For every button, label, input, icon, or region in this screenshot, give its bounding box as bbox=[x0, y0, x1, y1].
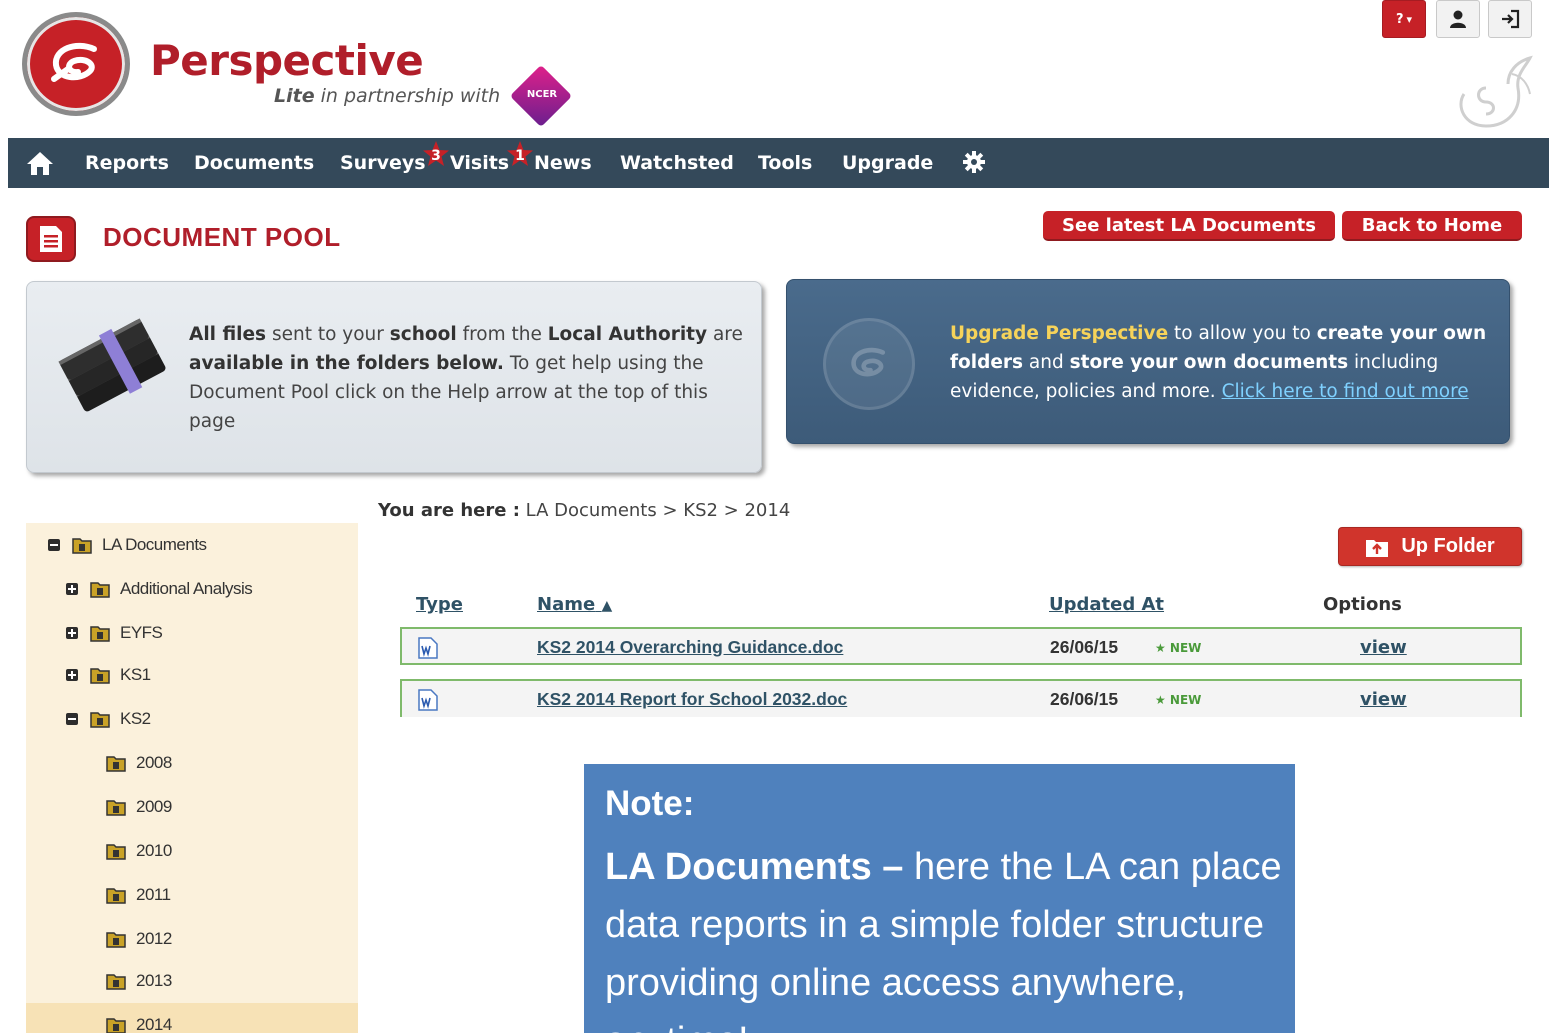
gear-icon[interactable] bbox=[962, 150, 986, 174]
folder-up-icon bbox=[1366, 539, 1389, 557]
up-folder-button[interactable]: Up Folder bbox=[1338, 527, 1522, 566]
folder-icon bbox=[106, 756, 126, 772]
tree-item-2010[interactable]: 2010 bbox=[26, 829, 358, 873]
nav-surveys[interactable]: Surveys bbox=[340, 152, 426, 174]
perspective-logo[interactable] bbox=[22, 12, 130, 116]
surveys-count-badge: 3 bbox=[422, 140, 450, 168]
info-text: All files sent to your school from the L… bbox=[189, 324, 743, 432]
logout-icon bbox=[1502, 9, 1520, 29]
folder-icon bbox=[90, 668, 110, 684]
brand-title: Perspective bbox=[150, 36, 424, 85]
nav-watchsted[interactable]: Watchsted bbox=[620, 152, 734, 174]
word-document-icon bbox=[418, 689, 438, 711]
tree-item-2012[interactable]: 2012 bbox=[26, 917, 358, 961]
folder-tree: LA Documents Additional Analysis EYFS KS… bbox=[26, 523, 358, 1033]
collapse-toggle-icon[interactable] bbox=[48, 539, 60, 551]
upgrade-logo bbox=[823, 318, 915, 410]
table-row: KS2 2014 Overarching Guidance.doc 26/06/… bbox=[400, 627, 1522, 665]
user-icon bbox=[1450, 10, 1466, 28]
ncer-badge-label: NCER bbox=[526, 89, 558, 100]
info-panel: All files sent to your school from the L… bbox=[26, 281, 762, 473]
column-header-options: Options bbox=[1323, 594, 1402, 615]
note-title: Note: bbox=[605, 784, 695, 823]
tree-item-additional-analysis[interactable]: Additional Analysis bbox=[26, 567, 358, 611]
word-document-icon bbox=[418, 637, 438, 659]
books-icon bbox=[58, 318, 166, 412]
user-profile-button[interactable] bbox=[1436, 0, 1480, 38]
upgrade-text: Upgrade Perspective to allow you to crea… bbox=[950, 323, 1487, 402]
file-updated-date: 26/06/15 bbox=[1050, 689, 1119, 709]
nav-visits[interactable]: Visits bbox=[450, 152, 509, 174]
folder-icon bbox=[106, 932, 126, 948]
tree-item-2014[interactable]: 2014 bbox=[26, 1003, 358, 1033]
wing-logo-icon bbox=[1459, 55, 1533, 128]
collapse-toggle-icon[interactable] bbox=[66, 713, 78, 725]
column-header-name[interactable]: Name ▲ bbox=[537, 594, 612, 615]
nav-tools[interactable]: Tools bbox=[758, 152, 812, 174]
document-icon bbox=[40, 226, 62, 252]
logout-button[interactable] bbox=[1488, 0, 1532, 38]
file-name-link[interactable]: KS2 2014 Overarching Guidance.doc bbox=[537, 637, 843, 658]
tree-item-2013[interactable]: 2013 bbox=[26, 959, 358, 1003]
tree-item-2011[interactable]: 2011 bbox=[26, 873, 358, 917]
table-row: KS2 2014 Report for School 2032.doc 26/0… bbox=[400, 679, 1522, 717]
nav-reports[interactable]: Reports bbox=[85, 152, 169, 174]
view-link[interactable]: view bbox=[1360, 637, 1407, 658]
tree-item-la-documents[interactable]: LA Documents bbox=[26, 523, 358, 567]
file-name-link[interactable]: KS2 2014 Report for School 2032.doc bbox=[537, 689, 847, 710]
tree-item-2009[interactable]: 2009 bbox=[26, 785, 358, 829]
visits-count-badge: 1 bbox=[506, 140, 534, 168]
swirl-logo-icon bbox=[51, 42, 97, 82]
view-link[interactable]: view bbox=[1360, 689, 1407, 710]
column-header-updated-at[interactable]: Updated At bbox=[1049, 594, 1164, 615]
document-pool-icon bbox=[26, 216, 76, 262]
page-title: DOCUMENT POOL bbox=[103, 222, 341, 252]
tree-item-eyfs[interactable]: EYFS bbox=[26, 611, 358, 655]
folder-icon bbox=[72, 538, 92, 554]
folder-icon bbox=[106, 800, 126, 816]
upgrade-panel: Upgrade Perspective to allow you to crea… bbox=[786, 279, 1510, 444]
breadcrumb: You are here : LA Documents > KS2 > 2014 bbox=[378, 500, 791, 521]
note-body: LA Documents – here the LA can place dat… bbox=[605, 846, 1282, 1033]
expand-toggle-icon[interactable] bbox=[66, 627, 78, 639]
help-button[interactable]: ? ▾ bbox=[1382, 0, 1426, 38]
tree-item-ks1[interactable]: KS1 bbox=[26, 653, 358, 697]
new-badge: ★ NEW bbox=[1155, 693, 1202, 707]
tree-item-ks2[interactable]: KS2 bbox=[26, 697, 358, 741]
column-header-type[interactable]: Type bbox=[416, 594, 463, 615]
see-latest-la-documents-button[interactable]: See latest LA Documents bbox=[1043, 211, 1335, 241]
folder-icon bbox=[106, 1018, 126, 1033]
folder-icon bbox=[90, 582, 110, 598]
nav-documents[interactable]: Documents bbox=[194, 152, 314, 174]
brand-subtitle: Lite in partnership with bbox=[274, 85, 501, 107]
file-updated-date: 26/06/15 bbox=[1050, 637, 1119, 657]
expand-toggle-icon[interactable] bbox=[66, 583, 78, 595]
folder-icon bbox=[90, 712, 110, 728]
nav-news[interactable]: News bbox=[534, 152, 592, 174]
folder-icon bbox=[106, 974, 126, 990]
find-out-more-link[interactable]: Click here to find out more bbox=[1222, 381, 1469, 402]
new-badge: ★ NEW bbox=[1155, 641, 1202, 655]
back-to-home-button[interactable]: Back to Home bbox=[1342, 211, 1522, 241]
folder-icon bbox=[106, 844, 126, 860]
folder-icon bbox=[90, 626, 110, 642]
swirl-logo-icon bbox=[851, 347, 886, 377]
nav-upgrade[interactable]: Upgrade bbox=[842, 152, 933, 174]
sort-ascending-icon: ▲ bbox=[601, 598, 613, 614]
tree-item-2008[interactable]: 2008 bbox=[26, 741, 358, 785]
main-nav: Reports Documents Surveys 3 Visits 1 New… bbox=[8, 138, 1549, 188]
home-icon[interactable] bbox=[26, 150, 54, 176]
note-callout: Note: LA Documents – here the LA can pla… bbox=[584, 764, 1295, 1033]
expand-toggle-icon[interactable] bbox=[66, 669, 78, 681]
folder-icon bbox=[106, 888, 126, 904]
